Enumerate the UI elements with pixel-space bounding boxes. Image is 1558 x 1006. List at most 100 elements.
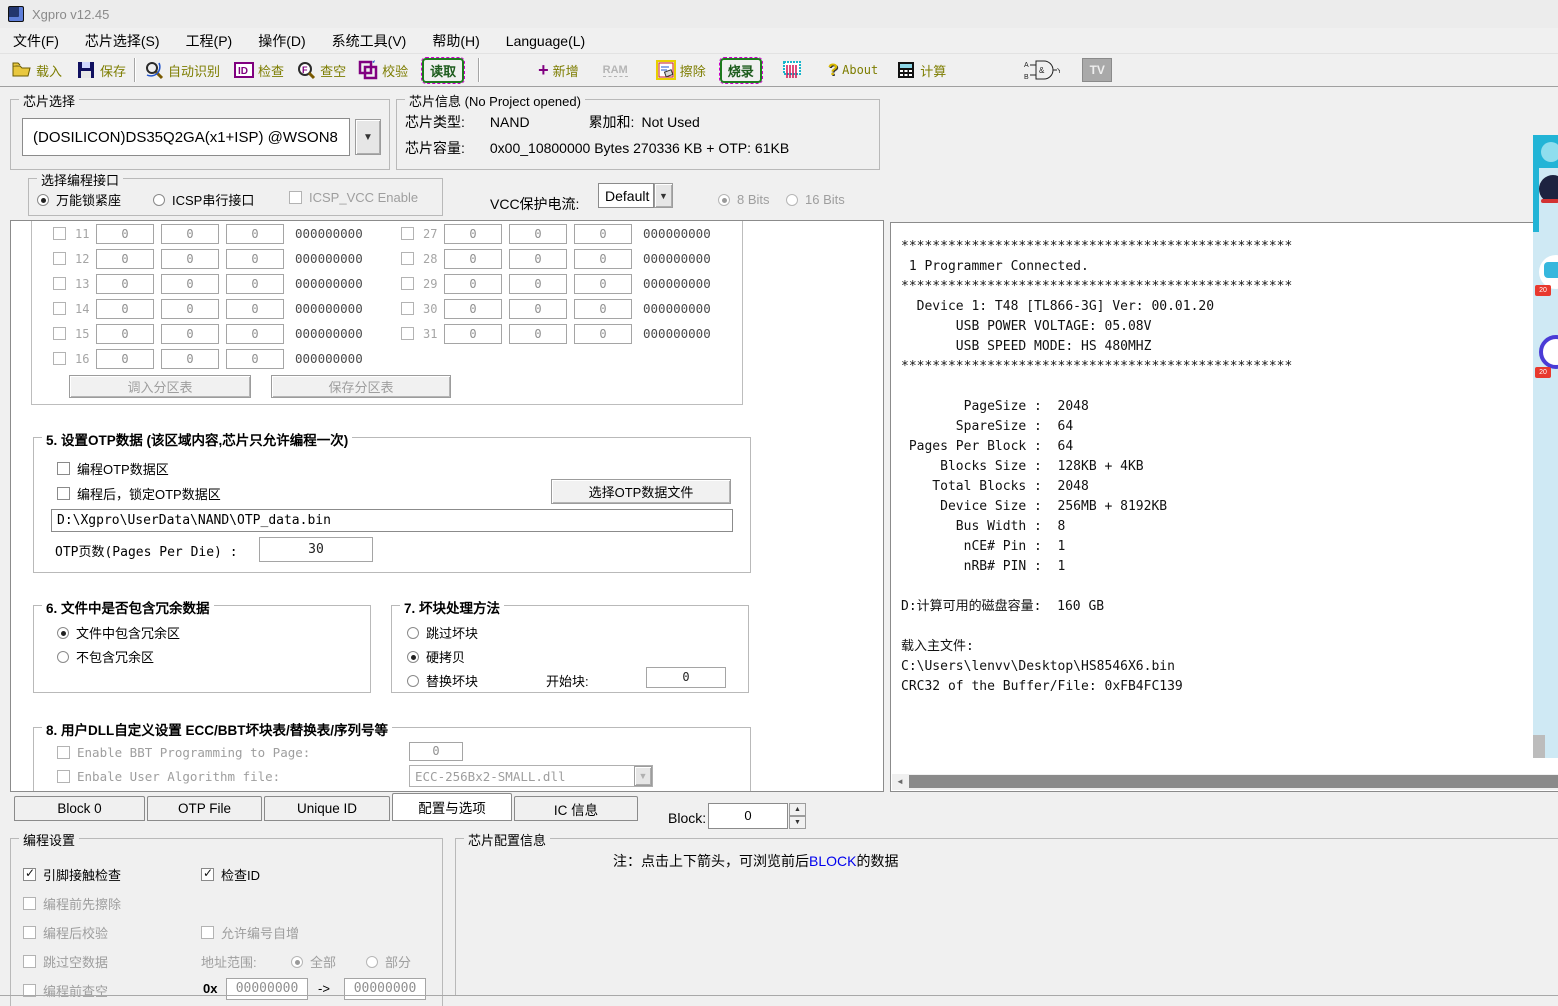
vcc-label: VCC保护电流: (490, 194, 579, 214)
logic-gate-button[interactable]: AB&Y (1024, 58, 1060, 82)
pin-check-checkbox[interactable]: 引脚接触检查 (23, 865, 121, 884)
burn-button[interactable]: 烧录 (720, 58, 762, 83)
block-input[interactable]: 0 (708, 803, 788, 829)
side-panel-app-icon-1[interactable] (1539, 255, 1558, 289)
blank-check-label: 查空 (320, 61, 346, 80)
skip-badblock-radio[interactable]: 跳过坏块 (407, 623, 478, 642)
read-button[interactable]: 读取 (422, 58, 464, 83)
chip-tool-button[interactable] (782, 60, 802, 80)
tab-block0[interactable]: Block 0 (14, 796, 145, 821)
block-up-button[interactable]: ▲ (789, 803, 806, 816)
choose-otp-file-button[interactable]: 选择OTP数据文件 (551, 479, 731, 504)
partition-value-input: 0 (226, 324, 284, 344)
redundant-exclude-radio[interactable]: 不包含冗余区 (57, 647, 154, 666)
tab-unique-id[interactable]: Unique ID (264, 796, 390, 821)
otp-path-input[interactable]: D:\Xgpro\UserData\NAND\OTP_data.bin (51, 509, 733, 532)
socket-radio[interactable]: 万能锁紧座 (37, 190, 121, 209)
checksum-value: Not Used (641, 114, 699, 130)
vcc-dropdown-button[interactable]: ▼ (654, 183, 673, 208)
icsp-vcc-checkbox-box (289, 191, 302, 204)
floating-side-panel[interactable]: 20 20 (1533, 135, 1558, 758)
side-panel-app-icon-2[interactable] (1539, 335, 1558, 369)
check-id-button[interactable]: ID 检查 (234, 60, 284, 80)
interface-group-label: 选择编程接口 (37, 170, 123, 189)
bbt-checkbox: Enable BBT Programming to Page: (57, 745, 310, 760)
log-horizontal-scrollbar[interactable]: ◄ (892, 774, 1558, 790)
tv-button[interactable]: TV (1082, 58, 1112, 82)
otp-pages-input[interactable]: 30 (259, 537, 373, 562)
tab-config-options[interactable]: 配置与选项 (392, 793, 512, 821)
icsp-radio-circle[interactable] (153, 194, 165, 206)
menu-language[interactable]: Language(L) (493, 28, 598, 53)
otp-group-title: 5. 设置OTP数据 (该区域内容,芯片只允许编程一次) (42, 429, 352, 449)
menu-chip-select[interactable]: 芯片选择(S) (72, 28, 173, 53)
verify-label: 校验 (382, 61, 408, 80)
hardcopy-radio[interactable]: 硬拷贝 (407, 647, 465, 666)
block-down-button[interactable]: ▼ (789, 816, 806, 829)
calc-button[interactable]: 计算 (896, 60, 946, 80)
replace-badblock-radio[interactable]: 替换坏块 (407, 671, 478, 690)
otp-lock-label: 编程后，锁定OTP数据区 (77, 484, 221, 503)
icsp-radio-label: ICSP串行接口 (172, 190, 254, 209)
id-check-checkbox-box[interactable] (201, 868, 214, 881)
algo-file-combobox: ECC-256Bx2-SMALL.dll (409, 765, 653, 787)
redundant-include-radio-circle[interactable] (57, 627, 69, 639)
redundant-include-radio[interactable]: 文件中包含冗余区 (57, 623, 180, 642)
icsp-radio[interactable]: ICSP串行接口 (153, 190, 254, 209)
scroll-left-arrow[interactable]: ◄ (892, 774, 908, 789)
socket-radio-circle[interactable] (37, 194, 49, 206)
otp-program-checkbox-box[interactable] (57, 462, 70, 475)
partition-row-address: 000000000 (295, 251, 363, 266)
otp-program-checkbox[interactable]: 编程OTP数据区 (57, 459, 169, 478)
partition-value-input: 0 (574, 274, 632, 294)
id-check-checkbox[interactable]: 检查ID (201, 865, 260, 884)
icsp-vcc-checkbox: ICSP_VCC Enable (289, 190, 418, 205)
add-button[interactable]: + 新增 (538, 60, 579, 81)
hardcopy-radio-circle[interactable] (407, 651, 419, 663)
menu-file[interactable]: 文件(F) (0, 28, 72, 53)
verify-after-checkbox: 编程后校验 (23, 923, 108, 942)
partition-row: 30 0 0 0 000000000 (399, 298, 744, 323)
blank-check-button[interactable]: F 查空 (296, 60, 346, 80)
skip-badblock-radio-circle[interactable] (407, 627, 419, 639)
svg-text:B: B (1024, 74, 1029, 81)
menu-system-tools[interactable]: 系统工具(V) (319, 28, 420, 53)
chip-select-dropdown-button[interactable]: ▼ (355, 119, 381, 155)
partition-row-id: 12 (75, 252, 89, 266)
icsp-vcc-label: ICSP_VCC Enable (309, 190, 418, 205)
bbt-label: Enable BBT Programming to Page: (77, 745, 310, 760)
partition-left-rows: 11 0 0 0 000000000 12 0 0 0 000000000 13… (51, 223, 396, 373)
checksum-label: 累加和: (589, 112, 635, 132)
pin-check-checkbox-box[interactable] (23, 868, 36, 881)
partition-value-input: 0 (96, 299, 154, 319)
menu-operation[interactable]: 操作(D) (245, 28, 318, 53)
config-panel[interactable]: 11 0 0 0 000000000 12 0 0 0 000000000 13… (10, 220, 884, 792)
burn-label: 烧录 (728, 64, 754, 79)
calculator-icon (896, 60, 916, 80)
addr-to-input: 00000000 (344, 978, 426, 1000)
menu-help[interactable]: 帮助(H) (419, 28, 492, 53)
redundant-exclude-radio-circle[interactable] (57, 651, 69, 663)
menu-project[interactable]: 工程(P) (173, 28, 246, 53)
about-button[interactable]: ? About (828, 60, 879, 80)
chip-type-label: 芯片类型: (405, 112, 465, 132)
auto-identify-icon (144, 60, 164, 80)
scrollbar-thumb[interactable] (909, 775, 1558, 788)
side-panel-pill-icon[interactable] (1541, 142, 1558, 162)
tab-otp-file[interactable]: OTP File (147, 796, 262, 821)
verify-button[interactable]: 校验 (358, 60, 408, 80)
replace-badblock-radio-circle[interactable] (407, 675, 419, 687)
auto-identify-button[interactable]: 自动识别 (144, 60, 220, 80)
vcc-combobox[interactable]: Default (598, 183, 654, 208)
otp-lock-checkbox[interactable]: 编程后，锁定OTP数据区 (57, 484, 221, 503)
load-button[interactable]: 载入 (12, 60, 62, 80)
start-block-input[interactable]: 0 (646, 667, 726, 688)
otp-lock-checkbox-box[interactable] (57, 487, 70, 500)
note-post: 的数据 (856, 851, 898, 871)
chip-select-combobox[interactable]: (DOSILICON)DS35Q2GA(x1+ISP) @WSON8 (22, 118, 350, 156)
skip-blank-checkbox: 跳过空数据 (23, 952, 108, 971)
save-button[interactable]: 保存 (76, 60, 126, 80)
erase-button[interactable]: 擦除 (656, 60, 706, 80)
addr-part-radio: 部分 (366, 952, 411, 971)
tab-ic-info[interactable]: IC 信息 (514, 796, 638, 821)
